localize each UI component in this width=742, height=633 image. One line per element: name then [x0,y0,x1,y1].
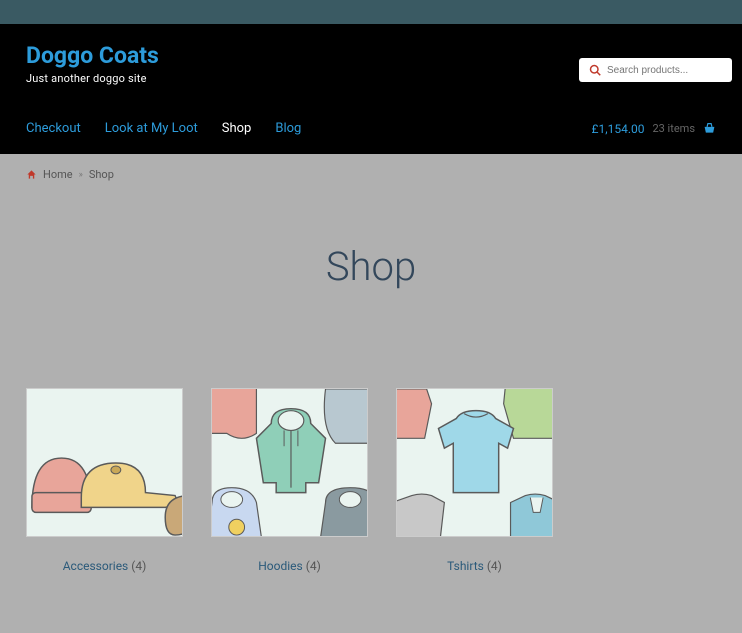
category-card-tshirts[interactable]: Tshirts (4) [396,388,553,573]
breadcrumb-separator: » [79,170,83,180]
site-header: Doggo Coats Just another doggo site Chec… [0,24,742,154]
category-label: Tshirts (4) [396,559,553,573]
page-content: Home » Shop Shop Accessories (4) [0,154,742,633]
breadcrumb-current: Shop [89,168,114,181]
browser-chrome-bar [0,0,742,24]
category-name: Tshirts [447,559,484,573]
category-name: Accessories [63,559,129,573]
category-count: (4) [306,559,321,573]
breadcrumb-home[interactable]: Home [43,168,73,181]
primary-nav: Checkout Look at My Loot Shop Blog £1,15… [26,121,716,154]
category-card-accessories[interactable]: Accessories (4) [26,388,183,573]
category-card-hoodies[interactable]: Hoodies (4) [211,388,368,573]
cart-summary[interactable]: £1,154.00 23 items [592,122,717,136]
nav-item-loot[interactable]: Look at My Loot [105,121,198,136]
nav-item-shop[interactable]: Shop [222,121,252,136]
nav-item-blog[interactable]: Blog [275,121,301,136]
category-grid: Accessories (4) [26,388,716,573]
search-input[interactable] [607,65,722,76]
category-count: (4) [487,559,502,573]
nav-item-checkout[interactable]: Checkout [26,121,81,136]
cart-items-count: 23 items [652,122,695,135]
cart-total: £1,154.00 [592,122,645,136]
search-container [579,58,732,82]
home-icon[interactable] [26,169,37,180]
category-label: Hoodies (4) [211,559,368,573]
search-icon [589,64,601,76]
page-title: Shop [26,243,716,290]
category-image [211,388,368,537]
basket-icon [703,122,716,135]
breadcrumb: Home » Shop [26,168,716,181]
nav-links: Checkout Look at My Loot Shop Blog [26,121,301,136]
category-name: Hoodies [258,559,303,573]
category-label: Accessories (4) [26,559,183,573]
category-count: (4) [131,559,146,573]
search-box[interactable] [579,58,732,82]
category-image [396,388,553,537]
category-image [26,388,183,537]
